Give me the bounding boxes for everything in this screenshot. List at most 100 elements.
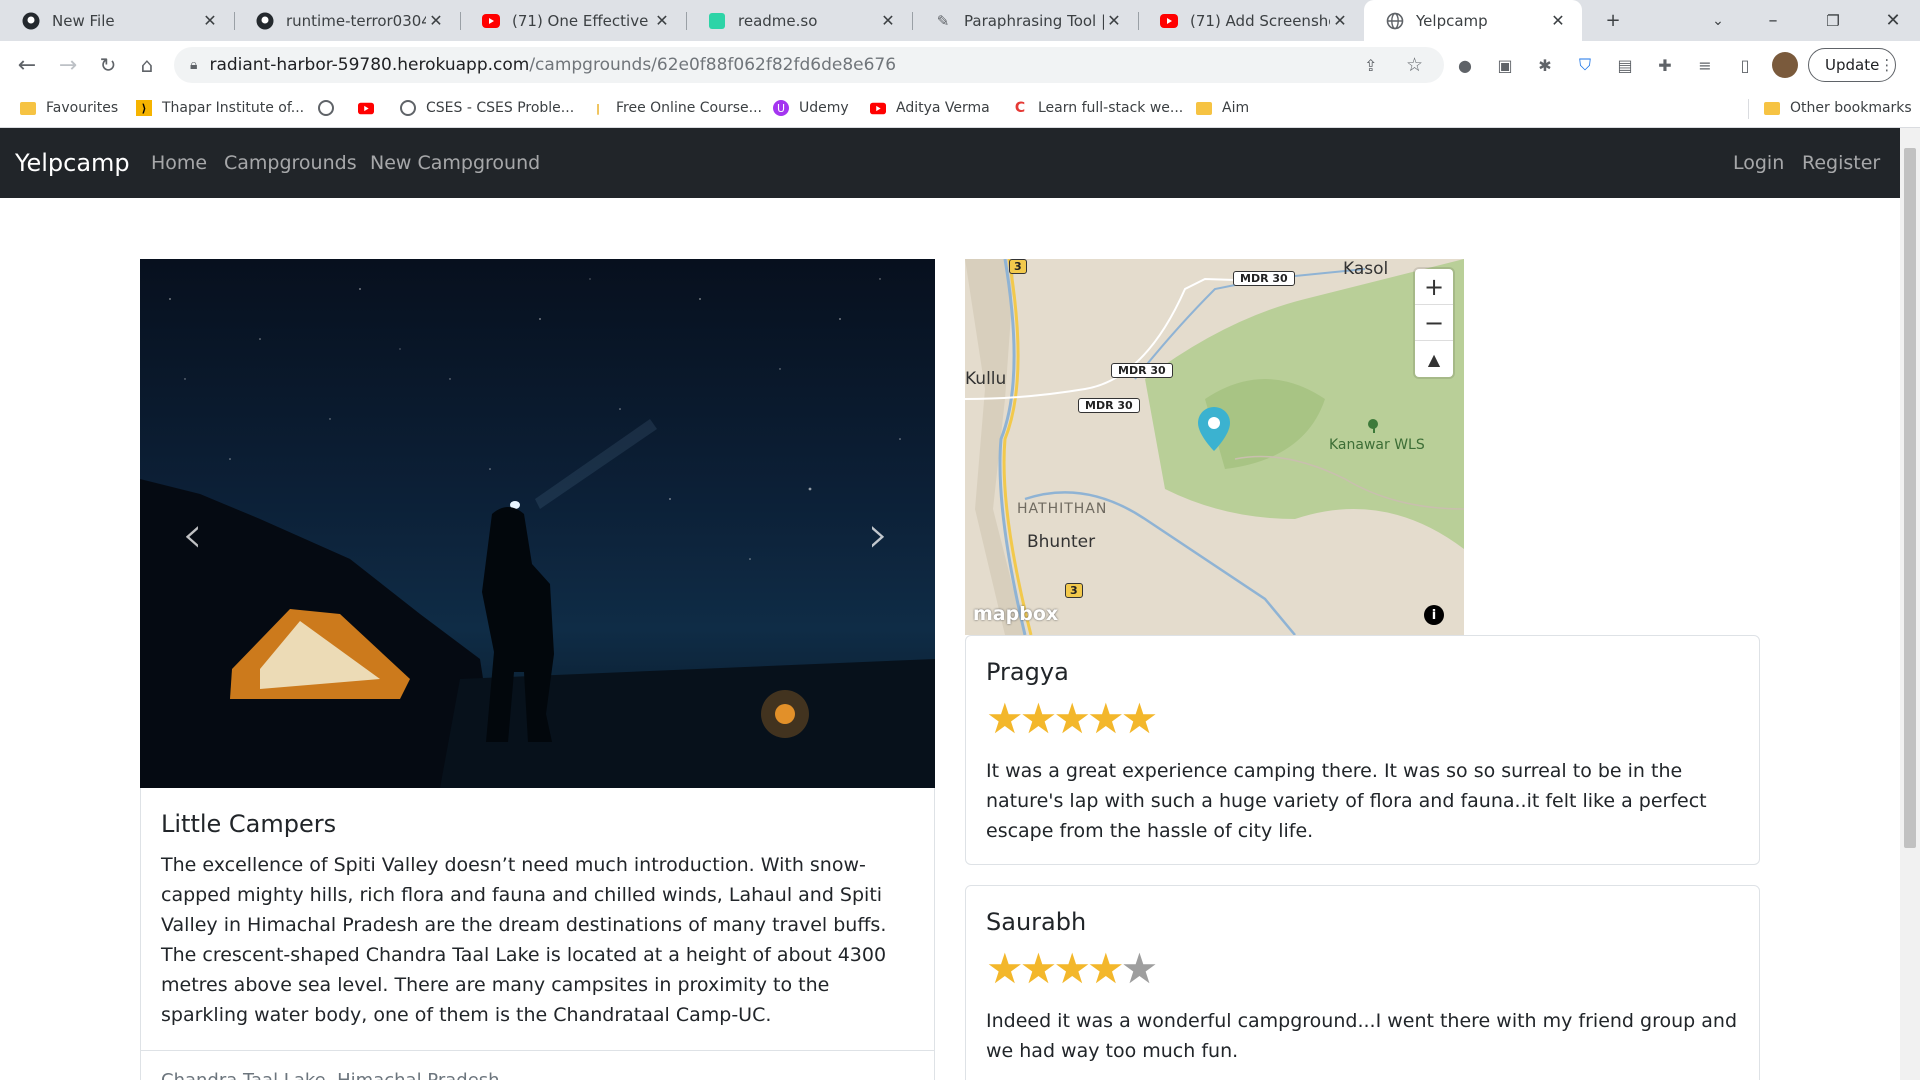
bookmark-thapar[interactable]: ⟩ Thapar Institute of... [136, 89, 304, 127]
nav-campgrounds[interactable]: Campgrounds [224, 152, 357, 174]
bookmarks-bar: Favourites ⟩ Thapar Institute of... CSES … [0, 89, 1920, 128]
minimize-icon[interactable]: – [1750, 0, 1796, 41]
tab-search-icon[interactable]: ⌄ [1695, 0, 1741, 41]
close-tab-icon[interactable]: ✕ [200, 11, 220, 30]
nav-login[interactable]: Login [1733, 152, 1784, 174]
bookmark-cses[interactable]: CSES - CSES Proble... [400, 89, 574, 127]
nav-new-campground[interactable]: New Campground [370, 152, 540, 174]
tab-youtube-effective[interactable]: (71) One Effective too ✕ [460, 0, 686, 41]
tab-runtime-terror[interactable]: runtime-terror0304 (R ✕ [234, 0, 460, 41]
extension-icon-1[interactable]: ● [1455, 55, 1475, 75]
readme-icon [708, 12, 726, 30]
forward-icon[interactable]: → [52, 49, 84, 81]
bookmark-aditya-verma[interactable]: Aditya Verma [870, 89, 990, 127]
bookmark-globe[interactable] [318, 89, 344, 127]
tab-new-file[interactable]: New File ✕ [0, 0, 234, 41]
udemy-icon: U [773, 100, 789, 116]
page-content: Yelpcamp Home Campgrounds New Campground… [0, 128, 1900, 1080]
close-tab-icon[interactable]: ✕ [652, 11, 672, 30]
mapbox-logo[interactable]: mapbox [973, 603, 1058, 625]
browser-toolbar: ← → ↻ ⌂ 🔒︎ radiant-harbor-59780.herokuap… [0, 41, 1920, 89]
close-tab-icon[interactable]: ✕ [1548, 11, 1568, 30]
bookmark-udemy[interactable]: U Udemy [773, 89, 849, 127]
map-label-kanawar: Kanawar WLS [1329, 437, 1425, 453]
bookmark-youtube[interactable] [358, 89, 384, 127]
back-icon[interactable]: ← [11, 49, 43, 81]
review-card: Saurabh ★ ★ ★ ★ ★ Indeed it was a wonderful … [965, 885, 1760, 1080]
youtube-icon [870, 100, 886, 116]
star-filled-icon: ★ [1086, 694, 1125, 743]
bookmark-aim[interactable]: Aim [1196, 89, 1249, 127]
extension-icon-2[interactable]: ▣ [1495, 55, 1515, 75]
star-filled-icon: ★ [1019, 694, 1058, 743]
bookmark-favourites[interactable]: Favourites [20, 89, 118, 127]
zoom-out-icon[interactable]: − [1415, 305, 1453, 341]
more-menu-icon[interactable]: ⋮ [1879, 56, 1894, 74]
road-shield: MDR 30 [1078, 398, 1140, 413]
tab-readme[interactable]: readme.so ✕ [686, 0, 912, 41]
reload-icon[interactable]: ↻ [92, 49, 124, 81]
star-filled-icon: ★ [1086, 944, 1125, 993]
map-info-icon[interactable]: i [1424, 605, 1444, 625]
home-icon[interactable]: ⌂ [131, 49, 163, 81]
carousel-prev-icon[interactable]: ‹ [182, 505, 203, 565]
lock-icon[interactable]: 🔒︎ [190, 57, 197, 73]
tab-youtube-screenshots[interactable]: (71) Add Screenshots ✕ [1138, 0, 1364, 41]
bookmark-other-bookmarks[interactable]: Other bookmarks [1764, 89, 1912, 127]
review-card: Pragya ★ ★ ★ ★ ★ It was a great experience c… [965, 635, 1760, 865]
review-author: Pragya [986, 658, 1069, 686]
extension-icon-3[interactable]: ▤ [1615, 55, 1635, 75]
update-button[interactable]: Update ⋮ [1808, 48, 1896, 82]
media-control-icon[interactable]: ≡ [1695, 55, 1715, 75]
youtube-icon [358, 100, 374, 116]
globe-icon [1386, 12, 1404, 30]
tab-yelpcamp[interactable]: Yelpcamp ✕ [1364, 0, 1582, 41]
page-scrollbar[interactable] [1900, 128, 1920, 1080]
zoom-in-icon[interactable]: + [1415, 269, 1453, 305]
map-label-kullu: Kullu [965, 369, 1007, 389]
bug-extension-icon[interactable]: ✱ [1535, 55, 1555, 75]
close-tab-icon[interactable]: ✕ [878, 11, 898, 30]
campground-photo [140, 278, 935, 788]
address-bar[interactable]: 🔒︎ radiant-harbor-59780.herokuapp.com/ca… [174, 47, 1444, 83]
course-icon: | [595, 101, 601, 115]
side-panel-icon[interactable]: ▯ [1735, 55, 1755, 75]
nav-register[interactable]: Register [1802, 152, 1880, 174]
folder-icon [20, 100, 36, 116]
bookmark-star-icon[interactable]: ☆ [1406, 54, 1423, 76]
shield-extension-icon[interactable]: ⛉ [1575, 55, 1595, 75]
profile-avatar[interactable] [1772, 52, 1798, 78]
star-filled-icon: ★ [1019, 944, 1058, 993]
campground-map[interactable]: Kasol Kullu HATHITHAN Bhunter Kanawar WL… [965, 259, 1464, 635]
bookmark-learn-full-stack[interactable]: C Learn full-stack we... [1012, 89, 1183, 127]
close-tab-icon[interactable]: ✕ [426, 11, 446, 30]
youtube-icon [482, 12, 500, 30]
campground-location: Chandra Taal Lake, Himachal Pradesh [161, 1070, 500, 1080]
github-icon [256, 12, 274, 30]
tab-strip: New File ✕ runtime-terror0304 (R ✕ (71) … [0, 0, 1920, 41]
road-shield: MDR 30 [1111, 363, 1173, 378]
thapar-icon: ⟩ [136, 100, 152, 116]
compass-icon[interactable]: ▲ [1415, 341, 1453, 377]
puzzle-extensions-icon[interactable]: ✚ [1655, 55, 1675, 75]
globe-icon [400, 100, 416, 116]
new-tab-icon[interactable]: + [1590, 0, 1636, 41]
carousel-next-icon[interactable]: › [868, 505, 889, 565]
restore-icon[interactable]: ❐ [1810, 0, 1856, 41]
tab-paraphrasing[interactable]: ✎ Paraphrasing Tool | Q ✕ [912, 0, 1138, 41]
nav-home[interactable]: Home [151, 152, 207, 174]
close-tab-icon[interactable]: ✕ [1104, 11, 1124, 30]
youtube-icon [1160, 12, 1178, 30]
globe-icon [318, 100, 334, 116]
review-author: Saurabh [986, 908, 1087, 936]
share-icon[interactable]: ⇪ [1364, 56, 1377, 75]
bookmark-free-online-course[interactable]: | Free Online Course... [590, 89, 762, 127]
scrollbar-thumb[interactable] [1904, 148, 1916, 848]
map-label-kasol: Kasol [1343, 259, 1389, 279]
star-filled-icon: ★ [1053, 694, 1091, 743]
close-tab-icon[interactable]: ✕ [1330, 11, 1350, 30]
close-window-icon[interactable]: ✕ [1870, 0, 1916, 41]
brand-logo[interactable]: Yelpcamp [15, 149, 130, 177]
campground-card: Little Campers The excellence of Spiti V… [140, 788, 935, 1080]
star-filled-icon: ★ [1053, 944, 1091, 993]
